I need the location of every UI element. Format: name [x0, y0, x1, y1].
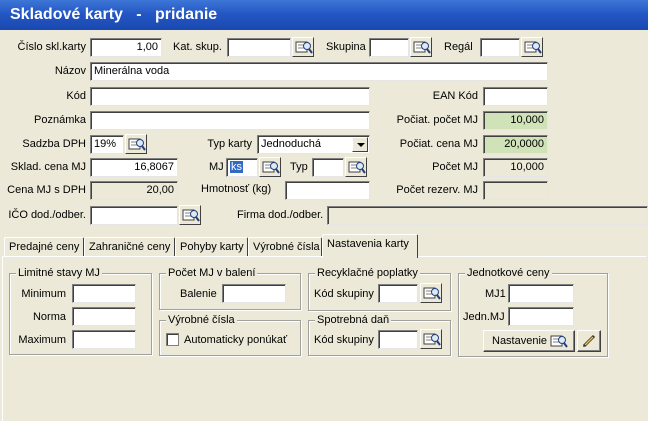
skupina-label: Skupina: [326, 41, 366, 53]
kat-skup-field[interactable]: [227, 38, 291, 57]
typ-label: Typ: [290, 161, 308, 173]
poznamka-field[interactable]: [90, 111, 370, 130]
cena-dph-label: Cena MJ s DPH: [7, 184, 86, 196]
limitne-title: Limitné stavy MJ: [16, 267, 102, 280]
mj-value: ks: [230, 161, 243, 173]
cislo-field[interactable]: 1,00: [90, 38, 162, 57]
recykl-title: Recyklačné poplatky: [315, 267, 420, 280]
pocet-rezerv-label: Počet rezerv. MJ: [396, 184, 478, 196]
recykl-kod-field[interactable]: [378, 284, 418, 303]
firma-field: [327, 206, 648, 225]
nazov-field[interactable]: Minerálna voda: [90, 62, 548, 81]
kod-label: Kód: [66, 90, 86, 102]
kod-field[interactable]: [90, 87, 370, 106]
tab-nastavenia-karty[interactable]: Nastavenia karty: [322, 234, 418, 258]
pencil-icon: [581, 333, 597, 352]
nazov-label: Názov: [54, 65, 86, 77]
balenie-title: Počet MJ v balení: [166, 267, 258, 280]
pocet-rezerv-field: [483, 181, 548, 200]
poznamka-label: Poznámka: [34, 114, 86, 126]
mj-label: MJ: [209, 161, 224, 173]
norma-label: Norma: [32, 311, 66, 323]
typ-karty-select[interactable]: Jednoduchá: [257, 135, 370, 154]
kat-skup-lookup-icon[interactable]: [292, 37, 314, 57]
pocet-mj-field: 10,000: [483, 158, 548, 177]
sklad-cena-field[interactable]: 16,8067: [90, 158, 178, 177]
tab-pohyby-karty[interactable]: Pohyby karty: [175, 237, 248, 257]
maximum-label: Maximum: [18, 334, 66, 346]
chevron-down-icon[interactable]: [352, 137, 368, 152]
nastavenie-button[interactable]: Nastavenie: [483, 330, 575, 352]
typ-field[interactable]: [312, 158, 344, 177]
ico-field[interactable]: [90, 206, 178, 225]
regal-lookup-icon[interactable]: [521, 37, 543, 57]
jednotkove-title: Jednotkové ceny: [465, 267, 552, 280]
spotrebna-lookup-icon[interactable]: [420, 329, 442, 349]
typ-lookup-icon[interactable]: [345, 157, 367, 177]
jedn-mj-label: Jedn.MJ: [463, 311, 505, 323]
tab-zahranicne-ceny[interactable]: Zahraničné ceny: [84, 237, 175, 257]
hmotnost-label: Hmotnosť (kg): [201, 183, 272, 195]
skupina-lookup-icon[interactable]: [410, 37, 432, 57]
sadzba-label: Sadzba DPH: [22, 138, 86, 150]
pociat-cena-field[interactable]: 20,0000: [483, 135, 548, 154]
pociat-cena-label: Počiat. cena MJ: [399, 138, 478, 150]
vyrobne-title: Výrobné čísla: [166, 314, 237, 327]
sadzba-field[interactable]: 19%: [90, 135, 124, 154]
mj-field[interactable]: ks: [226, 158, 258, 177]
mj1-field[interactable]: [508, 284, 574, 303]
automaticky-checkbox[interactable]: [166, 333, 179, 346]
maximum-field[interactable]: [72, 330, 136, 349]
pocet-mj-label: Počet MJ: [432, 161, 478, 173]
hmotnost-field[interactable]: [285, 181, 370, 200]
nastavenie-label: Nastavenie: [492, 335, 548, 347]
window-title: Skladové karty - pridanie: [0, 0, 648, 30]
tab-vyrobne-cisla[interactable]: Výrobné čísla: [248, 237, 322, 257]
recykl-lookup-icon[interactable]: [420, 283, 442, 303]
kat-skup-label: Kat. skup.: [173, 41, 222, 53]
regal-label: Regál: [444, 41, 473, 53]
jedn-mj-field[interactable]: [508, 307, 574, 326]
mj1-label: MJ1: [485, 288, 506, 300]
typ-karty-value: Jednoduchá: [261, 138, 321, 150]
automaticky-label: Automaticky ponúkať: [184, 334, 288, 346]
spotrebna-kod-field[interactable]: [378, 330, 418, 349]
firma-label: Firma dod./odber.: [237, 209, 324, 221]
cislo-label: Číslo skl.karty: [17, 41, 86, 53]
minimum-label: Minimum: [21, 288, 66, 300]
typ-karty-label: Typ karty: [207, 138, 252, 150]
ico-label: IČO dod./odber.: [8, 209, 86, 221]
skupina-field[interactable]: [369, 38, 409, 57]
norma-field[interactable]: [72, 307, 136, 326]
sadzba-lookup-icon[interactable]: [125, 134, 147, 154]
regal-field[interactable]: [480, 38, 520, 57]
mj-lookup-icon[interactable]: [259, 157, 281, 177]
cena-dph-field: 20,00: [90, 181, 178, 200]
ean-label: EAN Kód: [432, 90, 478, 102]
spotrebna-title: Spotrebná daň: [315, 314, 392, 327]
pociat-pocet-field[interactable]: 10,000: [483, 111, 548, 130]
recykl-kod-label: Kód skupiny: [314, 288, 374, 300]
pociat-pocet-label: Počiat. počet MJ: [396, 114, 478, 126]
tab-predajne-ceny[interactable]: Predajné ceny: [4, 237, 84, 257]
spotrebna-kod-label: Kód skupiny: [314, 334, 374, 346]
minimum-field[interactable]: [72, 284, 136, 303]
balenie-field[interactable]: [222, 284, 286, 303]
sklad-cena-label: Sklad. cena MJ: [10, 161, 86, 173]
ean-field[interactable]: [483, 87, 548, 106]
settings-lookup-icon: [550, 333, 568, 352]
ico-lookup-icon[interactable]: [179, 205, 201, 225]
balenie-label: Balenie: [180, 288, 217, 300]
edit-button[interactable]: [577, 330, 601, 352]
